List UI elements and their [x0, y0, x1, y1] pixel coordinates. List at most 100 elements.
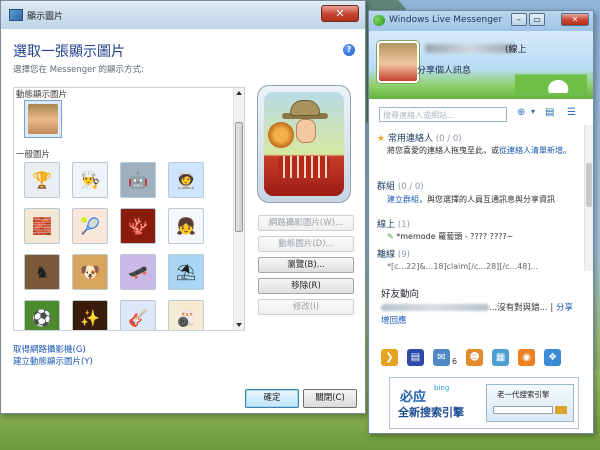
animated-picture-tile[interactable]: [24, 100, 62, 138]
picture-thumbnail[interactable]: 👧: [168, 208, 204, 244]
share-message-field[interactable]: 分享個人訊息: [417, 63, 471, 76]
user-name-redacted[interactable]: [425, 44, 515, 53]
minimize-button[interactable]: –: [511, 13, 527, 26]
safari-hat-shape: [290, 100, 320, 116]
soccer-ball-icon: ⚽: [32, 308, 52, 328]
online-group[interactable]: 線上 (1): [377, 217, 410, 230]
remove-button[interactable]: 移除(R): [258, 278, 354, 294]
get-webcam-link[interactable]: 取得網路攝影機(G): [13, 343, 86, 355]
favorites-group[interactable]: ★ 常用連絡人 (0 / 0): [377, 131, 462, 144]
picture-thumbnail[interactable]: 🎾: [72, 208, 108, 244]
picture-thumbnail[interactable]: 🏆: [24, 162, 60, 198]
browse-button[interactable]: 瀏覽(B)...: [258, 257, 354, 273]
menu-icon[interactable]: ☰: [567, 107, 576, 118]
windows-icon[interactable]: ❖: [544, 349, 562, 366]
lion-icon: [268, 122, 294, 148]
user-avatar[interactable]: [377, 41, 419, 83]
layout-icon[interactable]: ▤: [545, 107, 554, 118]
picture-thumbnail[interactable]: 🛹: [120, 254, 156, 290]
ad-go-button: [555, 406, 567, 414]
share-link[interactable]: 分享: [556, 303, 573, 313]
offline-count: (9): [397, 250, 410, 260]
ad-search-box: 老一代搜索引擎: [486, 384, 574, 422]
messenger-window: Windows Live Messenger – ▭ ✕ (線上 分享個人訊息 …: [368, 10, 594, 434]
picture-thumbnail[interactable]: ⛱: [168, 254, 204, 290]
contacts-icon[interactable]: ☻: [466, 349, 484, 366]
restore-button[interactable]: ▭: [529, 13, 545, 26]
groups-count: (0 / 0): [397, 182, 424, 192]
offline-label: 離線: [377, 250, 396, 260]
dialog-close-button[interactable]: ✕: [321, 5, 359, 22]
ad-box-title: 老一代搜索引擎: [497, 390, 550, 399]
whats-new-title: 好友動向: [381, 289, 420, 300]
picture-thumbnail[interactable]: ⚽: [24, 300, 60, 330]
messenger-title: Windows Live Messenger: [389, 15, 503, 25]
add-contact-dropdown-icon[interactable]: ▾: [531, 107, 535, 116]
picture-thumbnail[interactable]: 🤖: [120, 162, 156, 198]
scroll-up-icon[interactable]: [236, 91, 242, 95]
windows-live-icon[interactable]: ❯: [381, 349, 398, 366]
chef-icon: 👨‍🍳: [80, 170, 100, 190]
explorer-face-shape: [296, 119, 316, 143]
tennis-player-icon: 🎾: [80, 216, 100, 236]
dialog-heading: 選取一張顯示圖片: [13, 44, 125, 60]
scroll-thumb[interactable]: [235, 122, 243, 232]
messenger-profile-header: (線上 分享個人訊息: [369, 31, 593, 99]
whats-new-entry: ...沒有對與錯... | 分享 增回應: [381, 303, 574, 326]
preview-image: [264, 92, 344, 196]
webcam-picture-button[interactable]: 網路攝影圖片(W)...: [258, 215, 354, 231]
contact-scroll-thumb[interactable]: [586, 163, 592, 207]
online-count: (1): [397, 220, 410, 230]
messenger-close-button[interactable]: ✕: [561, 13, 589, 26]
picture-thumbnail[interactable]: ♞: [24, 254, 60, 290]
picture-thumbnail[interactable]: ✨: [72, 300, 108, 330]
picture-thumbnail[interactable]: 🐶: [72, 254, 108, 290]
picture-thumbnail[interactable]: 👨‍🍳: [72, 162, 108, 198]
guitar-player-icon: 🎸: [128, 308, 148, 328]
create-group-link[interactable]: 建立群組: [387, 195, 419, 204]
create-animated-link[interactable]: 建立動態顯示圖片(Y): [13, 355, 93, 367]
modify-button[interactable]: 修改(I): [258, 299, 354, 315]
favorites-label: 常用連絡人: [387, 134, 433, 144]
photos-icon[interactable]: ▦: [492, 349, 510, 366]
contact-list-scrollbar[interactable]: [584, 125, 593, 271]
picture-thumbnail[interactable]: 🧑‍🚀: [168, 162, 204, 198]
picture-list[interactable]: 動態顯示圖片 一般圖片 🏆 👨‍🍳 🤖 🧑‍🚀 🧱 🎾 🪸 👧 ♞ 🐶 🛹 ⛱ ⚽ ✨ 🎸 🎳: [13, 87, 245, 331]
help-icon[interactable]: ?: [343, 44, 355, 56]
ok-button[interactable]: 確定: [245, 389, 299, 408]
picture-thumbnail[interactable]: 🪸: [120, 208, 156, 244]
sparkle-icon: ✨: [80, 308, 100, 328]
dialog-body: 選取一張顯示圖片 ? 選擇您在 Messenger 的顯示方式: 動態顯示圖片 …: [1, 29, 365, 413]
star-icon: ★: [377, 134, 386, 144]
favorites-note-end: 。: [563, 146, 571, 155]
close-button[interactable]: 關閉(C): [303, 389, 357, 408]
add-from-contacts-link[interactable]: 從連絡人清單新增: [499, 146, 563, 155]
groups-group[interactable]: 群組 (0 / 0): [377, 179, 424, 192]
picture-thumbnail[interactable]: 🎸: [120, 300, 156, 330]
picture-list-scrollbar[interactable]: [233, 88, 244, 330]
explorer-avatar-icon: [28, 104, 58, 134]
ad-search-field: [493, 406, 553, 414]
picture-thumbnail[interactable]: 🧱: [24, 208, 60, 244]
scroll-down-icon[interactable]: [236, 323, 242, 327]
robot-icon: 🤖: [128, 170, 148, 190]
animated-picture-button[interactable]: 動態圖片(D)...: [258, 236, 354, 252]
rss-icon[interactable]: ◉: [518, 349, 536, 366]
groups-label: 群組: [377, 182, 396, 192]
messenger-title-bar[interactable]: Windows Live Messenger – ▭ ✕: [369, 11, 593, 31]
groups-note-text: ，與您選擇的人員互通訊息與分享資訊: [419, 195, 555, 204]
offline-contact[interactable]: *[c...22]&...18]claim[/c...28][/c...48].…: [387, 261, 583, 271]
add-reply-link[interactable]: 增回應: [381, 316, 407, 326]
picture-thumbnail[interactable]: 🎳: [168, 300, 204, 330]
bing-ad-banner[interactable]: 必应 bing 全新搜索引擎 老一代搜索引擎: [389, 377, 579, 429]
contact-search-input[interactable]: 搜尋連絡人或網站...: [379, 107, 507, 122]
add-contact-icon[interactable]: ⊕: [517, 107, 525, 118]
animated-section-label: 動態顯示圖片: [16, 90, 68, 100]
favorites-count: (0 / 0): [435, 134, 462, 144]
flag-icon[interactable]: ▤: [407, 349, 424, 366]
online-contact[interactable]: ✎ *memode 蘿蔔頭 - ???? ????~: [387, 231, 583, 243]
dialog-title-bar[interactable]: 顯示圖片 ✕: [1, 1, 365, 29]
mail-icon[interactable]: ✉: [433, 349, 450, 366]
display-picture-dialog: 顯示圖片 ✕ 選取一張顯示圖片 ? 選擇您在 Messenger 的顯示方式: …: [0, 0, 366, 414]
offline-group[interactable]: 離線 (9): [377, 247, 410, 260]
